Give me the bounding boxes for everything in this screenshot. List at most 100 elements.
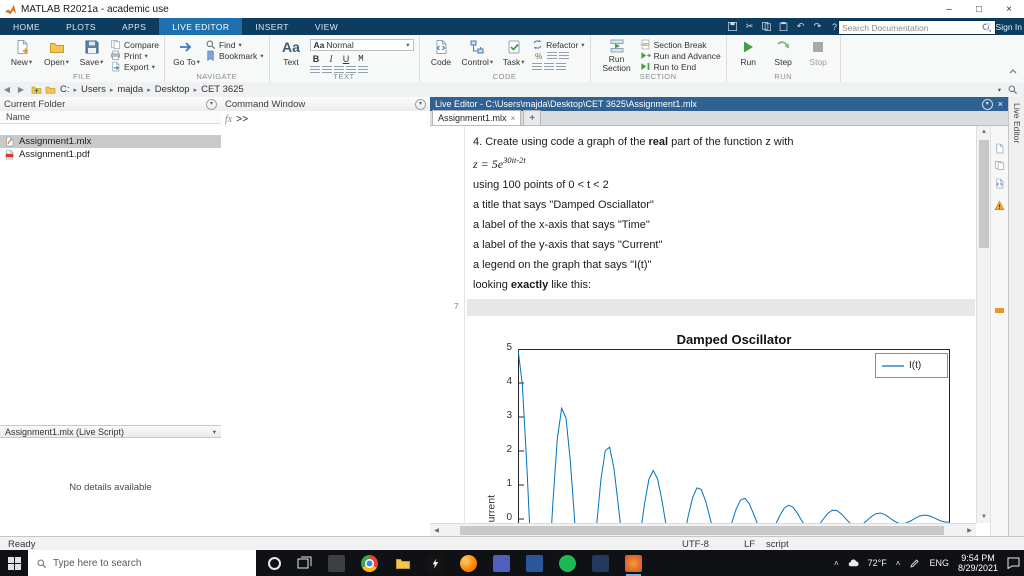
chevron-up-icon[interactable]: ˄ [834,559,839,568]
scroll-down-icon[interactable]: ▼ [977,511,991,523]
section-break-button[interactable]: Section Break [640,39,721,50]
close-panel-icon[interactable]: × [998,99,1003,109]
collapse-panel-icon[interactable]: ▾ [206,98,217,110]
taskbar-search-box[interactable]: Type here to search [28,550,256,576]
redo-icon[interactable]: ↷ [812,21,823,32]
output-on-right-icon[interactable] [994,160,1005,171]
search-folder-icon[interactable] [1007,84,1018,95]
text-button[interactable]: Aa Text [275,37,308,71]
matlab-taskbar-icon[interactable] [625,554,642,576]
code-section-placeholder[interactable] [467,299,975,316]
hide-code-icon[interactable] [994,178,1005,189]
maximize-button[interactable]: □ [964,0,994,18]
tab-apps[interactable]: APPS [109,18,159,35]
status-eol[interactable]: LF [744,539,755,550]
bookmark-button[interactable]: Bookmark ▾ [205,50,264,61]
print-button[interactable]: Print ▾ [110,50,159,61]
refactor-button[interactable]: Refactor ▾ [532,39,585,50]
chrome-icon[interactable] [361,554,378,572]
run-and-advance-button[interactable]: Run and Advance [640,50,721,61]
export-button[interactable]: Export ▾ [110,61,159,72]
code-button[interactable]: Code [425,37,458,71]
breadcrumb-segment[interactable]: C: [60,84,70,95]
start-button[interactable] [0,550,28,576]
chevron-up-icon[interactable]: ˄ [896,559,901,568]
goto-button[interactable]: Go To ▾ [170,37,203,71]
back-icon[interactable]: ◀ [0,85,14,94]
tab-insert[interactable]: INSERT [242,18,301,35]
cut-icon[interactable]: ✂ [744,21,755,32]
firefox-icon[interactable] [460,554,477,572]
tab-plots[interactable]: PLOTS [53,18,109,35]
tab-view[interactable]: VIEW [302,18,351,35]
tab-home[interactable]: HOME [0,18,53,35]
smart-indent-icon[interactable] [556,63,567,72]
save-button[interactable]: Save ▾ [75,37,108,71]
compare-button[interactable]: Compare [110,39,159,50]
taskbar-app-icon[interactable] [328,554,345,572]
output-figure[interactable]: Damped Oscillator 5 4 3 2 1 0 Current I(… [470,320,975,523]
output-inline-icon[interactable] [994,143,1005,154]
find-button[interactable]: Find ▾ [205,39,264,50]
breadcrumb-segment[interactable]: CET 3625 [201,84,244,95]
up-folder-icon[interactable] [31,84,42,95]
chevron-down-icon[interactable]: ▾ [998,86,1001,94]
control-button[interactable]: Control ▾ [460,37,496,71]
copy-icon[interactable] [761,21,772,32]
undo-icon[interactable]: ↶ [795,21,806,32]
close-tab-icon[interactable]: × [511,114,516,123]
scrollbar-warning-marker[interactable] [995,308,1004,313]
breadcrumb-segment[interactable]: majda [117,84,143,95]
run-to-end-button[interactable]: Run to End [640,61,721,72]
tab-live-editor[interactable]: LIVE EDITOR [159,18,243,35]
close-button[interactable]: × [994,0,1024,18]
collapse-panel-icon[interactable]: ▾ [415,98,426,110]
file-row[interactable]: Assignment1.pdf [0,148,221,161]
name-column-header[interactable]: Name [0,111,221,124]
run-section-button[interactable]: Run Section [596,37,638,72]
breadcrumb-segment[interactable]: Desktop [155,84,190,95]
uncomment-icon[interactable] [559,52,570,61]
scroll-up-icon[interactable]: ▲ [977,126,991,138]
minimize-button[interactable]: – [934,0,964,18]
document-tab[interactable]: Assignment1.mlx × [432,110,522,125]
forward-icon[interactable]: ▶ [14,85,28,94]
collapse-toolstrip-button[interactable] [1008,62,1018,80]
task-button[interactable]: Task ▾ [497,37,530,71]
italic-button[interactable]: I [325,52,338,65]
save-icon[interactable] [727,21,738,32]
sign-in-button[interactable]: Sign In [983,18,1022,35]
horizontal-scrollbar-thumb[interactable] [460,526,944,535]
command-window-body[interactable]: fx >> [221,111,430,536]
command-prompt[interactable]: >> [236,115,248,126]
breadcrumb-segment[interactable]: Users [81,84,106,95]
file-details-header[interactable]: Assignment1.mlx (Live Script) ▾ [0,425,221,438]
vertical-scrollbar-thumb[interactable] [979,140,989,248]
bolt-app-icon[interactable] [427,554,444,572]
paste-icon[interactable] [778,21,789,32]
collapse-panel-icon[interactable]: ▾ [981,98,993,110]
word-icon[interactable] [526,554,543,572]
run-button[interactable]: Run [732,37,765,71]
horizontal-scrollbar[interactable]: ◀ ▶ [430,523,976,537]
vertical-scrollbar[interactable]: ▲ ▼ [976,126,991,523]
documentation-search-box[interactable]: Search Documentation [838,20,996,35]
notification-center-icon[interactable] [1007,557,1020,569]
wrap-comments-icon[interactable] [547,52,558,61]
live-script-document[interactable]: 7 4. Create using code a graph of the re… [430,126,976,523]
live-editor-dock-tab[interactable]: Live Editor [1012,97,1022,143]
browse-folder-icon[interactable] [45,84,56,95]
step-button[interactable]: Step [767,37,800,71]
new-tab-button[interactable]: + [523,110,542,125]
indent-right-icon[interactable] [544,63,555,72]
comment-button[interactable]: % [532,50,545,63]
text-style-select[interactable]: Aa Normal ▾ [309,39,414,51]
weather-cloud-icon[interactable] [848,558,859,569]
stop-button[interactable]: Stop [802,37,835,71]
monospace-button[interactable]: M [355,52,368,65]
status-encoding[interactable]: UTF-8 [682,539,709,550]
teams-icon[interactable] [493,554,510,572]
code-analyzer-warning-icon[interactable] [994,200,1005,211]
underline-button[interactable]: U [340,52,353,65]
pen-icon[interactable] [909,558,920,569]
